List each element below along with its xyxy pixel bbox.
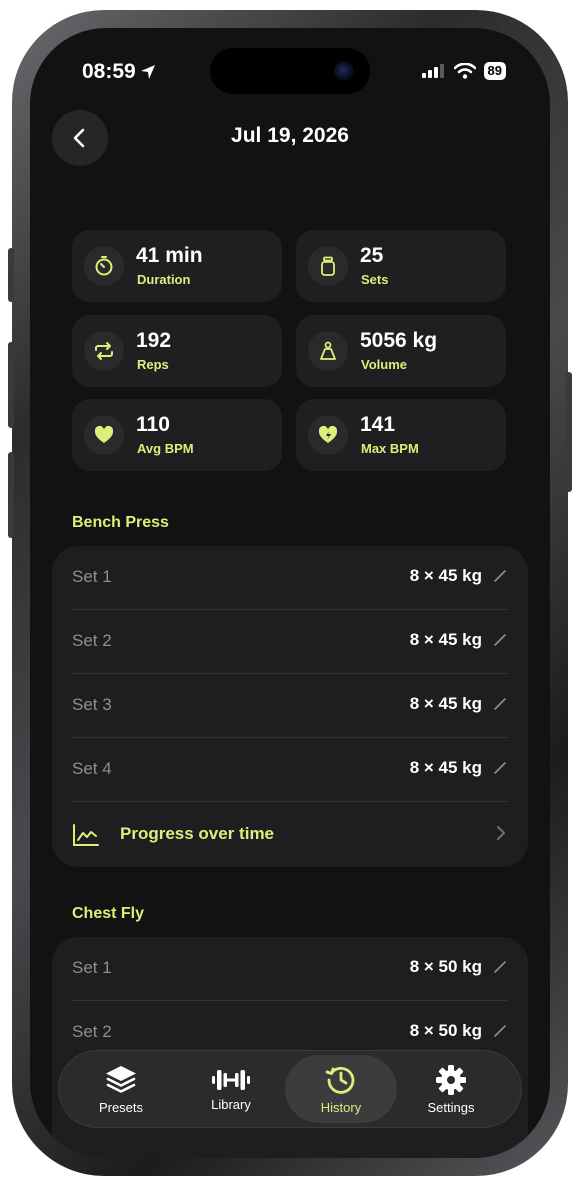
camera-icon bbox=[334, 61, 354, 81]
stat-label: Max BPM bbox=[361, 441, 419, 456]
exercise-title-chest-fly: Chest Fly bbox=[72, 905, 145, 922]
stat-card-max-bpm: 141 Max BPM bbox=[296, 399, 506, 471]
stat-label: Volume bbox=[361, 357, 407, 372]
stat-label: Sets bbox=[361, 272, 389, 287]
stat-value: 5056 kg bbox=[360, 329, 438, 352]
power-button bbox=[566, 372, 572, 492]
set-row[interactable]: Set 2 8 × 45 kg bbox=[72, 610, 508, 674]
stat-label: Reps bbox=[137, 357, 169, 372]
tab-label: History bbox=[320, 1099, 362, 1115]
stat-value: 41 min bbox=[136, 244, 203, 267]
stat-card-sets: 25 Sets bbox=[296, 230, 506, 302]
pencil-icon[interactable] bbox=[492, 1023, 508, 1039]
battery-indicator: 89 bbox=[483, 62, 506, 80]
set-row[interactable]: Set 3 8 × 45 kg bbox=[72, 674, 508, 738]
set-value: 8 × 50 kg bbox=[409, 1021, 482, 1040]
pencil-icon[interactable] bbox=[492, 959, 508, 975]
tab-library[interactable]: Library bbox=[175, 1055, 287, 1123]
gear-icon bbox=[436, 1064, 466, 1095]
stat-card-reps: 192 Reps bbox=[72, 315, 282, 387]
volume-down-button bbox=[8, 452, 14, 538]
tab-label: Presets bbox=[98, 1099, 144, 1115]
exercise-title-bench-press: Bench Press bbox=[72, 514, 169, 531]
tab-bar: Presets Library History Settings bbox=[58, 1050, 522, 1128]
tab-label: Settings bbox=[427, 1099, 475, 1115]
set-row[interactable]: Set 1 8 × 45 kg bbox=[72, 546, 508, 610]
tab-history[interactable]: History bbox=[285, 1055, 397, 1123]
dynamic-island bbox=[210, 48, 370, 94]
stat-label: Avg BPM bbox=[137, 441, 194, 456]
set-value: 8 × 45 kg bbox=[409, 758, 482, 777]
stat-value: 110 bbox=[136, 413, 170, 436]
set-value: 8 × 45 kg bbox=[409, 630, 482, 649]
status-time: 08:59 bbox=[82, 60, 156, 84]
set-row[interactable]: Set 1 8 × 50 kg bbox=[72, 937, 508, 1001]
set-row[interactable]: Set 4 8 × 45 kg bbox=[72, 738, 508, 802]
page-title: Jul 19, 2026 bbox=[231, 124, 349, 147]
wifi-icon bbox=[453, 63, 476, 79]
status-time-text: 08:59 bbox=[82, 60, 136, 83]
set-label: Set 1 bbox=[72, 567, 112, 586]
stat-label: Duration bbox=[137, 272, 191, 287]
set-value: 8 × 45 kg bbox=[409, 694, 482, 713]
line-chart-icon bbox=[73, 824, 99, 846]
app-screen: 08:59 89 Jul 19, 2026 41 min Duration 25… bbox=[30, 28, 550, 1158]
history-icon bbox=[325, 1066, 355, 1094]
progress-label: Progress over time bbox=[120, 824, 275, 843]
stat-card-avg-bpm: 110 Avg BPM bbox=[72, 399, 282, 471]
heart-icon bbox=[84, 415, 124, 455]
divider bbox=[72, 801, 508, 802]
progress-over-time-row[interactable]: Progress over time bbox=[72, 803, 508, 867]
kettlebell-icon bbox=[308, 331, 348, 371]
stat-card-volume: 5056 kg Volume bbox=[296, 315, 506, 387]
location-arrow-icon bbox=[140, 65, 155, 79]
status-indicators: 89 bbox=[421, 62, 506, 80]
cellular-signal-icon bbox=[421, 64, 444, 78]
tab-settings[interactable]: Settings bbox=[395, 1055, 507, 1123]
pencil-icon[interactable] bbox=[492, 760, 508, 776]
set-label: Set 1 bbox=[72, 958, 112, 977]
stat-value: 25 bbox=[360, 244, 384, 267]
set-label: Set 4 bbox=[72, 759, 112, 778]
action-button bbox=[8, 248, 14, 302]
set-label: Set 2 bbox=[72, 1022, 112, 1041]
layers-icon bbox=[106, 1065, 136, 1093]
stat-value: 141 bbox=[360, 413, 396, 436]
exercise-card-bench-press: Set 1 8 × 45 kg Set 2 8 × 45 kg Set 3 8 … bbox=[52, 546, 528, 867]
repeat-icon bbox=[84, 331, 124, 371]
pencil-icon[interactable] bbox=[492, 568, 508, 584]
timer-icon bbox=[84, 246, 124, 286]
tab-label: Library bbox=[211, 1096, 251, 1112]
volume-up-button bbox=[8, 342, 14, 428]
chevron-right-icon bbox=[497, 826, 505, 840]
heart-bolt-icon bbox=[308, 415, 348, 455]
jar-icon bbox=[308, 246, 348, 286]
set-value: 8 × 50 kg bbox=[409, 957, 482, 976]
set-value: 8 × 45 kg bbox=[409, 566, 482, 585]
stat-value: 192 bbox=[136, 329, 172, 352]
stat-card-duration: 41 min Duration bbox=[72, 230, 282, 302]
set-label: Set 3 bbox=[72, 695, 112, 714]
set-label: Set 2 bbox=[72, 631, 112, 650]
tab-presets[interactable]: Presets bbox=[65, 1055, 177, 1123]
pencil-icon[interactable] bbox=[492, 696, 508, 712]
dumbbell-icon bbox=[212, 1069, 250, 1090]
pencil-icon[interactable] bbox=[492, 632, 508, 648]
